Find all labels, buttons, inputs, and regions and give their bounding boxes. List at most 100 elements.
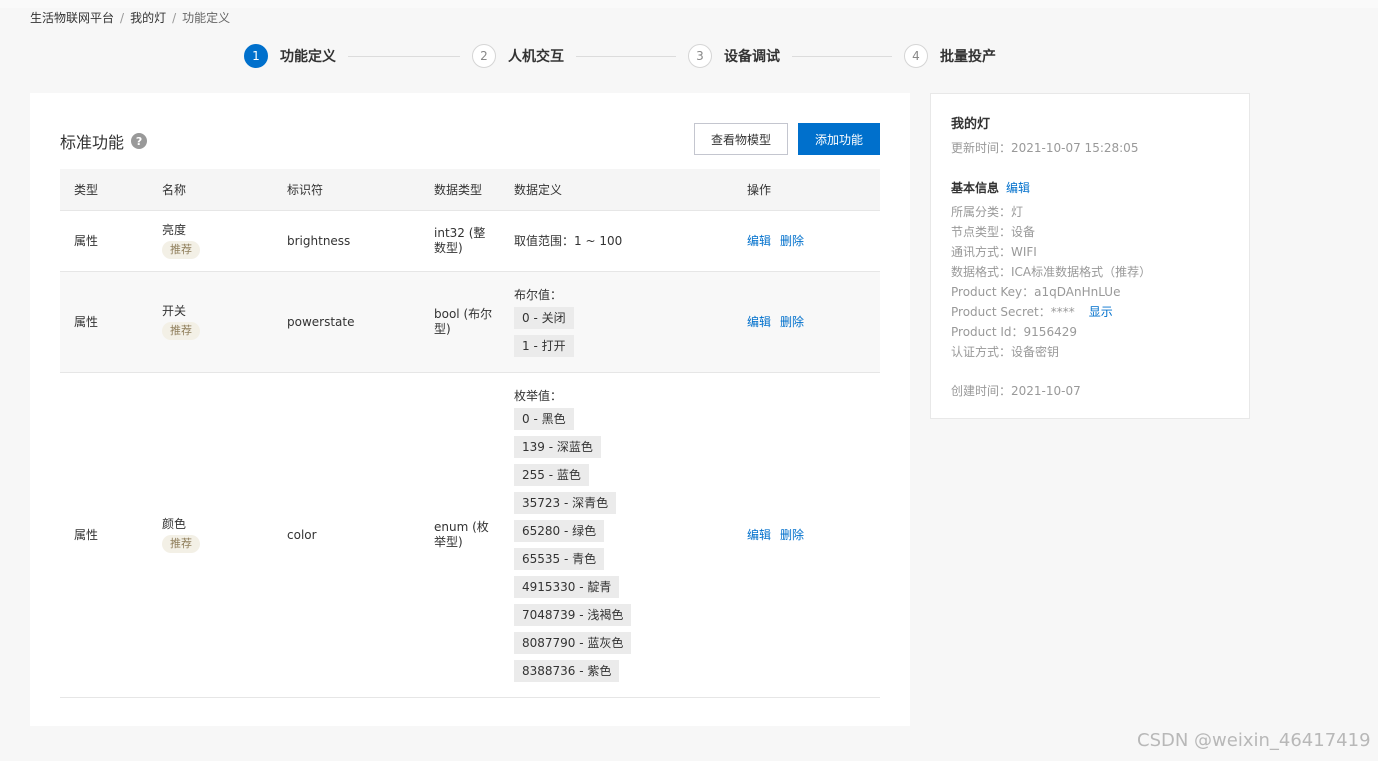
view-thing-model-button[interactable]: 查看物模型 — [694, 123, 788, 155]
step-function-definition[interactable]: 1 功能定义 — [244, 44, 336, 68]
info-created: 创建时间：2021-10-07 — [951, 384, 1081, 398]
basic-info-title: 基本信息 — [951, 181, 1000, 195]
column-header-data-type: 数据类型 — [420, 169, 500, 211]
value-chip: 0 - 黑色 — [514, 407, 574, 430]
value-chip: 4915330 - 靛青 — [514, 575, 620, 598]
cell-actions: 编辑 删除 — [733, 271, 880, 373]
step-label: 批量投产 — [940, 49, 996, 65]
breadcrumb-separator: / — [120, 11, 125, 25]
cell-data-type: int32 (整数型) — [420, 210, 500, 272]
cell-data-type: enum (枚举型) — [420, 372, 500, 698]
value-chip: 1 - 打开 — [514, 334, 574, 357]
step-number: 4 — [904, 44, 928, 68]
recommended-tag: 推荐 — [162, 322, 200, 340]
delete-link[interactable]: 删除 — [780, 528, 804, 542]
cell-identifier: brightness — [273, 210, 420, 272]
recommended-tag: 推荐 — [162, 241, 200, 259]
basic-info-edit-link[interactable]: 编辑 — [1006, 181, 1030, 195]
cell-type: 属性 — [60, 210, 148, 272]
step-connector — [576, 56, 676, 57]
top-strip — [0, 0, 1378, 8]
product-name: 我的灯 — [951, 117, 991, 132]
cell-data-definition: 枚举值： 0 - 黑色 139 - 深蓝色 255 - 蓝色 35723 - 深… — [500, 372, 733, 698]
step-label: 人机交互 — [508, 49, 564, 65]
column-header-name: 名称 — [148, 169, 273, 211]
product-info-card: 我的灯 更新时间：2021-10-07 15:28:05 基本信息 编辑 所属分类… — [930, 93, 1250, 419]
step-label: 设备调试 — [724, 49, 780, 65]
function-name: 开关 — [162, 304, 187, 318]
function-table: 类型 名称 标识符 数据类型 数据定义 操作 属性 亮度 推荐 brightne… — [60, 169, 880, 698]
info-data-format: 数据格式：ICA标准数据格式（推荐） — [951, 265, 1152, 279]
column-header-type: 类型 — [60, 169, 148, 211]
edit-link[interactable]: 编辑 — [747, 528, 771, 542]
definition-text: 取值范围：1 ~ 100 — [514, 234, 623, 248]
cell-actions: 编辑 删除 — [733, 210, 880, 272]
step-production[interactable]: 4 批量投产 — [904, 44, 996, 68]
function-name: 亮度 — [162, 223, 187, 237]
info-product-id: Product Id：9156429 — [951, 325, 1077, 339]
definition-title: 枚举值： — [514, 388, 563, 403]
step-number: 3 — [688, 44, 712, 68]
table-row: 属性 亮度 推荐 brightness int32 (整数型) 取值范围：1 ~… — [60, 210, 880, 272]
info-comm: 通讯方式：WIFI — [951, 245, 1037, 259]
cell-identifier: powerstate — [273, 271, 420, 373]
value-chip: 65280 - 绿色 — [514, 519, 605, 542]
column-header-actions: 操作 — [733, 169, 880, 211]
value-chip: 35723 - 深青色 — [514, 491, 617, 514]
breadcrumb-item-product[interactable]: 我的灯 — [130, 11, 166, 25]
cell-type: 属性 — [60, 372, 148, 698]
value-chip: 7048739 - 浅褐色 — [514, 603, 632, 626]
table-row: 属性 颜色 推荐 color enum (枚举型) 枚举值： 0 - 黑色 13… — [60, 372, 880, 698]
step-number: 1 — [244, 44, 268, 68]
cell-data-type: bool (布尔型) — [420, 271, 500, 373]
help-icon[interactable]: ? — [131, 133, 148, 149]
delete-link[interactable]: 删除 — [780, 315, 804, 329]
basic-info-header: 基本信息 编辑 — [951, 178, 1229, 198]
step-connector — [792, 56, 892, 57]
value-chip: 65535 - 青色 — [514, 547, 605, 570]
cell-name: 亮度 推荐 — [148, 210, 273, 272]
info-product-secret: Product Secret：**** 显示 — [951, 302, 1229, 322]
recommended-tag: 推荐 — [162, 535, 200, 553]
section-title: 标准功能 ? — [60, 129, 148, 153]
table-row: 属性 开关 推荐 powerstate bool (布尔型) 布尔值： 0 - … — [60, 271, 880, 373]
value-chip: 8087790 - 蓝灰色 — [514, 631, 632, 654]
edit-link[interactable]: 编辑 — [747, 234, 771, 248]
cell-data-definition: 取值范围：1 ~ 100 — [500, 210, 733, 272]
cell-actions: 编辑 删除 — [733, 372, 880, 698]
column-header-data-definition: 数据定义 — [500, 169, 733, 211]
add-function-button[interactable]: 添加功能 — [798, 123, 880, 155]
product-secret-text: Product Secret：**** — [951, 305, 1075, 319]
function-name: 颜色 — [162, 517, 187, 531]
step-debug[interactable]: 3 设备调试 — [688, 44, 780, 68]
value-chip: 255 - 蓝色 — [514, 463, 589, 486]
info-category: 所属分类：灯 — [951, 205, 1024, 219]
step-interaction[interactable]: 2 人机交互 — [472, 44, 564, 68]
breadcrumb-item-current: 功能定义 — [182, 11, 231, 25]
delete-link[interactable]: 删除 — [780, 234, 804, 248]
step-number: 2 — [472, 44, 496, 68]
cell-data-definition: 布尔值： 0 - 关闭 1 - 打开 — [500, 271, 733, 373]
updated-time: 更新时间：2021-10-07 15:28:05 — [951, 141, 1139, 155]
column-header-identifier: 标识符 — [273, 169, 420, 211]
cell-name: 开关 推荐 — [148, 271, 273, 373]
function-definition-card: 标准功能 ? 查看物模型 添加功能 类型 名称 标识符 数据类型 数据定义 操作… — [30, 93, 910, 726]
info-product-key: Product Key：a1qDAnHnLUe — [951, 285, 1121, 299]
definition-title: 布尔值： — [514, 287, 563, 302]
cell-identifier: color — [273, 372, 420, 698]
breadcrumb-item-platform[interactable]: 生活物联网平台 — [30, 11, 114, 25]
show-secret-link[interactable]: 显示 — [1089, 305, 1113, 319]
section-title-text: 标准功能 — [60, 133, 125, 152]
breadcrumb-separator: / — [172, 11, 177, 25]
edit-link[interactable]: 编辑 — [747, 315, 771, 329]
value-chip: 139 - 深蓝色 — [514, 435, 601, 458]
step-connector — [348, 56, 460, 57]
table-header-row: 类型 名称 标识符 数据类型 数据定义 操作 — [60, 169, 880, 211]
cell-type: 属性 — [60, 271, 148, 373]
breadcrumb: 生活物联网平台 / 我的灯 / 功能定义 — [30, 9, 230, 26]
value-chip: 0 - 关闭 — [514, 306, 574, 329]
cell-name: 颜色 推荐 — [148, 372, 273, 698]
watermark: CSDN @weixin_46417419 — [1137, 730, 1371, 751]
value-chip: 8388736 - 紫色 — [514, 659, 620, 682]
step-label: 功能定义 — [280, 49, 336, 65]
